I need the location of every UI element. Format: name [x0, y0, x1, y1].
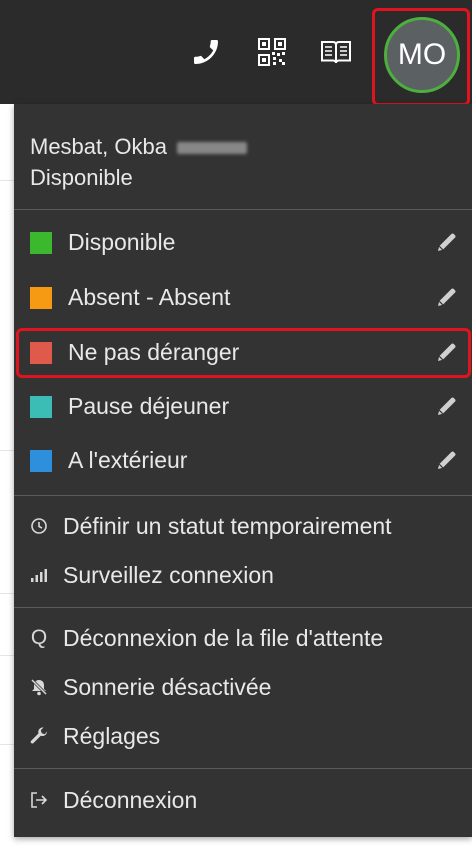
current-status: Disponible: [30, 165, 133, 190]
divider: [14, 607, 472, 608]
status-option-absent[interactable]: Absent - Absent: [14, 273, 472, 323]
status-color-swatch: [30, 396, 52, 418]
avatar-highlight: MO: [372, 8, 470, 106]
status-color-swatch: [30, 450, 52, 472]
qr-code-icon[interactable]: [252, 32, 292, 72]
status-label: A l'extérieur: [68, 447, 188, 473]
settings-item[interactable]: Réglages: [14, 714, 472, 758]
bell-off-icon: [28, 676, 50, 698]
redacted-extension: [176, 142, 247, 155]
pencil-icon[interactable]: [435, 230, 459, 254]
status-label: Absent - Absent: [68, 284, 231, 310]
menu-label: Sonnerie désactivée: [63, 674, 272, 700]
pencil-icon[interactable]: [435, 285, 459, 309]
status-color-swatch: [30, 232, 52, 254]
book-icon[interactable]: [316, 32, 356, 72]
wrench-icon: [28, 725, 50, 747]
q-icon: Q: [30, 626, 48, 649]
status-option-disponible[interactable]: Disponible: [14, 218, 472, 268]
divider: [14, 768, 472, 769]
status-option-pause-dejeuner[interactable]: Pause déjeuner: [14, 382, 472, 432]
status-label: Disponible: [68, 229, 176, 255]
menu-label: Définir un statut temporairement: [63, 513, 392, 539]
pencil-icon[interactable]: [435, 394, 459, 418]
user-name: Mesbat, Okba: [30, 134, 247, 160]
logout-icon: [28, 789, 50, 811]
queue-logout-item[interactable]: Q Déconnexion de la file d'attente: [14, 616, 472, 660]
status-color-swatch: [30, 287, 52, 309]
menu-label: Réglages: [63, 723, 161, 749]
divider: [14, 495, 472, 496]
logout-item[interactable]: Déconnexion: [14, 778, 472, 822]
menu-label: Surveillez connexion: [63, 562, 274, 588]
divider: [14, 209, 472, 210]
top-bar: MO: [0, 0, 472, 106]
menu-label: Déconnexion de la file d'attente: [63, 625, 384, 651]
phone-icon[interactable]: [186, 32, 226, 72]
menu-label: Déconnexion: [63, 787, 198, 813]
ringer-item[interactable]: Sonnerie désactivée: [14, 665, 472, 709]
user-status-menu: Mesbat, Okba Disponible Disponible Absen…: [14, 104, 472, 837]
selection-highlight: [16, 328, 471, 378]
pencil-icon[interactable]: [435, 448, 459, 472]
signal-icon: [28, 564, 50, 586]
clock-icon: [28, 515, 50, 537]
monitor-connection-item[interactable]: Surveillez connexion: [14, 553, 472, 597]
temp-status-item[interactable]: Définir un statut temporairement: [14, 504, 472, 548]
status-option-exterieur[interactable]: A l'extérieur: [14, 436, 472, 486]
status-label: Pause déjeuner: [68, 393, 230, 419]
avatar-initials: MO: [397, 38, 447, 71]
avatar[interactable]: MO: [384, 17, 460, 93]
